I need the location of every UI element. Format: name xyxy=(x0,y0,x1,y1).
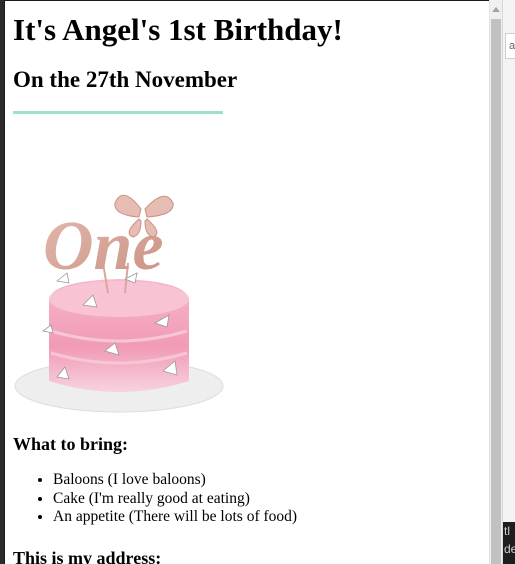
chevron-up-icon xyxy=(492,6,500,12)
page-title: It's Angel's 1st Birthday! xyxy=(13,12,343,47)
date-heading: On the 27th November xyxy=(13,67,238,92)
topper-text: One xyxy=(43,208,164,285)
scrollbar-thumb[interactable] xyxy=(491,19,501,564)
bring-heading: What to bring: xyxy=(13,434,129,454)
background-input-field[interactable]: arc xyxy=(505,33,515,59)
cake-illustration: One xyxy=(14,194,224,413)
document-page: It's Angel's 1st Birthday! On the 27th N… xyxy=(4,0,489,564)
vertical-scrollbar[interactable] xyxy=(489,0,502,564)
page-content: It's Angel's 1st Birthday! On the 27th N… xyxy=(13,1,483,564)
background-dark-panel: tl de xyxy=(503,522,515,564)
cake-image: One xyxy=(13,181,225,413)
bring-list: Baloons (I love baloons) Cake (I'm reall… xyxy=(13,471,483,527)
list-item: An appetite (There will be lots of food) xyxy=(53,508,483,527)
browser-viewport: arc tl de It's Angel's 1st Birthday! On … xyxy=(0,0,515,564)
list-item: Cake (I'm really good at eating) xyxy=(53,490,483,509)
scroll-up-button[interactable] xyxy=(490,0,502,17)
background-window: arc tl de xyxy=(502,0,515,564)
heading-divider xyxy=(13,111,223,114)
address-heading: This is my address: xyxy=(13,547,162,564)
list-item: Baloons (I love baloons) xyxy=(53,471,483,490)
